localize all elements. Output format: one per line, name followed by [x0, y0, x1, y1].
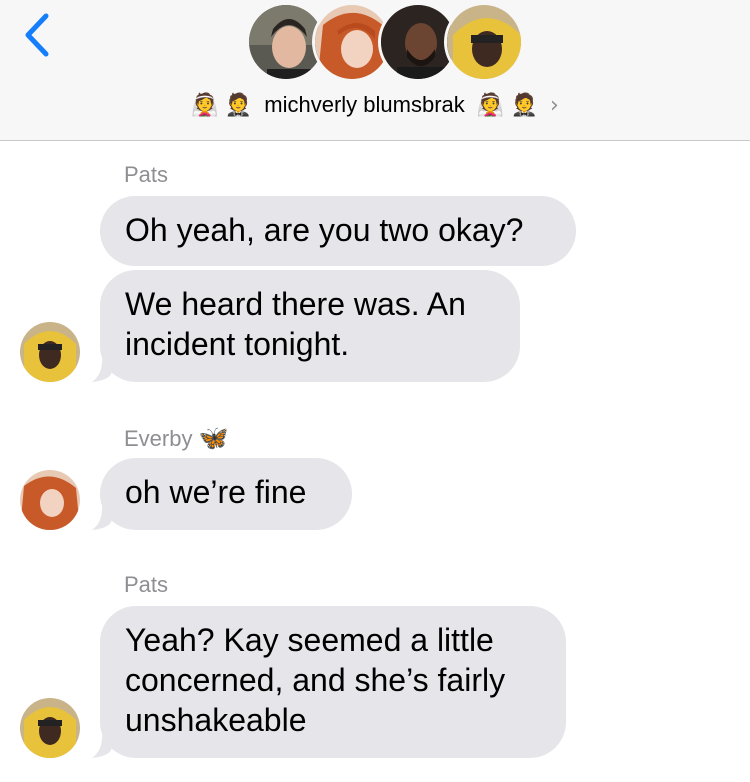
- sender-name: Pats: [124, 162, 169, 187]
- message-text-line: unshakeable: [125, 702, 307, 738]
- message-text-line: Yeah? Kay seemed a little: [125, 622, 494, 658]
- bubble-tail: [92, 500, 112, 530]
- message-text: oh we’re fine: [125, 474, 307, 510]
- message-bubble[interactable]: We heard there was. An incident tonight.: [100, 270, 520, 382]
- conversation-title: michverly blumsbrak: [264, 92, 465, 117]
- sender-name-row: Everby 🦋: [124, 424, 229, 452]
- message-text-line: We heard there was. An: [125, 286, 466, 322]
- conversation-header: 👰 🤵 michverly blumsbrak 👰 🤵 ›: [0, 0, 750, 141]
- bubble-tail: [92, 728, 112, 758]
- bride-emoji-icon: 👰: [191, 93, 219, 118]
- butterfly-emoji-icon: 🦋: [198, 424, 229, 452]
- pats-avatar[interactable]: [20, 322, 80, 382]
- everby-avatar[interactable]: [20, 470, 80, 530]
- sender-name: Everby: [124, 426, 193, 451]
- message-text-line: incident tonight.: [125, 326, 350, 362]
- message-bubble[interactable]: oh we’re fine: [100, 458, 352, 530]
- yellow-hood-person-avatar: [444, 2, 524, 82]
- pats-avatar[interactable]: [20, 698, 80, 758]
- back-chevron-icon[interactable]: [18, 10, 58, 60]
- message-text-line: concerned, and she’s fairly: [125, 662, 506, 698]
- sender-name: Pats: [124, 572, 169, 597]
- conversation-title-row[interactable]: 👰 🤵 michverly blumsbrak 👰 🤵 ›: [0, 88, 750, 122]
- bride-emoji-icon: 👰: [476, 93, 505, 118]
- chevron-right-icon: ›: [549, 93, 559, 118]
- message-bubble[interactable]: Yeah? Kay seemed a little concerned, and…: [100, 606, 566, 758]
- groom-emoji-icon: 🤵: [224, 93, 253, 118]
- bubble-tail: [92, 352, 112, 382]
- message-bubble[interactable]: Oh yeah, are you two okay?: [100, 196, 576, 266]
- groom-emoji-icon: 🤵: [510, 93, 538, 118]
- message-text: Oh yeah, are you two okay?: [125, 212, 524, 248]
